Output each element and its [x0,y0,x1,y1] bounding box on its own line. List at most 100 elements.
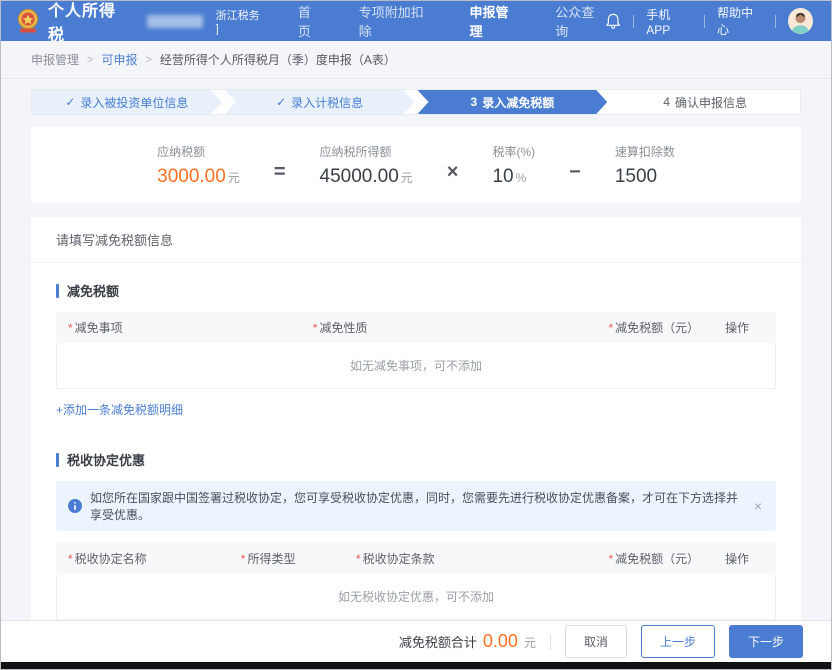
banner-text: 如您所在国家跟中国签署过税收协定，您可享受税收协定优惠，同时，您需要先进行税收协… [90,491,739,522]
breadcrumb-can-file[interactable]: 可申报 [101,51,137,68]
banner-close-icon[interactable]: × [752,498,764,514]
equals-operator: = [273,160,286,183]
top-nav: 首页 专项附加扣除 申报管理 公众查询 [298,2,605,40]
step-label: 录入被投资单位信息 [80,95,189,110]
multiply-operator: × [446,160,459,183]
tax-treaty-info-banner: 如您所在国家跟中国签署过税收协定，您可享受税收协定优惠，同时，您需要先进行税收协… [56,481,776,531]
calc-unit: % [515,170,527,185]
taxable-income: 应纳税所得额 45000.00 元 [320,143,413,188]
step-label: 录入计税信息 [291,95,364,110]
col-treaty-name: * 税收协定名称 [56,543,229,574]
col-income-type: * 所得类型 [228,543,344,574]
divider [633,14,635,28]
step-number: 4 [663,95,670,109]
nav-special-deductions[interactable]: 专项附加扣除 [359,2,434,40]
step-label: 确认申报信息 [674,95,747,110]
org-label: 浙江税务 ] [215,10,260,35]
form-title: 请填写减免税额信息 [31,217,801,263]
check-icon: ✓ [276,95,287,109]
section-title-row: 税收协定优惠 [56,450,776,469]
required-marker: * [355,552,361,566]
user-avatar[interactable] [788,8,813,34]
nav-home[interactable]: 首页 [298,2,323,40]
help-center-link[interactable]: 帮助中心 [717,4,763,38]
calc-unit: 元 [400,170,413,185]
col-actions: 操作 [711,312,776,343]
tax-emblem-icon [18,9,38,33]
breadcrumb-current-page: 经营所得个人所得税月（季）度申报（A表） [159,53,396,67]
previous-step-button[interactable]: 上一步 [640,625,715,658]
section-title-row: 减免税额 [56,281,776,300]
step-1-invested-unit-info[interactable]: ✓ 录入被投资单位信息 [32,90,222,114]
info-icon [68,499,82,513]
divider [775,14,777,28]
col-reduction-amount: * 减免税额（元） [581,543,712,574]
required-marker: * [608,321,614,335]
total-reduction-group: 减免税额合计 0.00 元 [399,631,536,652]
app-title: 个人所得税 [48,3,117,44]
section-title-bar [56,283,59,298]
calc-label: 应纳税额 [157,144,206,159]
brand: 个人所得税 浙江税务 ] [15,1,264,45]
top-header: 个人所得税 浙江税务 ] 首页 专项附加扣除 申报管理 公众查询 手机APP 帮… [1,1,831,44]
step-4-confirm-filing-info[interactable]: 4 确认申报信息 [610,90,800,114]
tax-rate: 税率(%) 10% [492,143,535,188]
total-value: 0.00 [482,631,518,651]
calc-value: 45000.00 [319,165,399,187]
calc-value: 1500 [614,165,658,187]
nav-filing-management[interactable]: 申报管理 [469,2,519,40]
tax-calculation-card: 应纳税额 3000.00 元 = 应纳税所得额 45000.00 元 × 税率(%)… [31,127,801,203]
add-tax-reduction-link[interactable]: +添加一条减免税额明细 [56,401,183,418]
tax-treaty-table: * 税收协定名称 * 所得类型 * 税收协定条款 * 减免税额（元） 操作 [56,543,776,574]
footer-action-bar: 减免税额合计 0.00 元 取消 上一步 下一步 [1,620,831,662]
col-reduction-amount: * 减免税额（元） [559,312,712,343]
divider [704,14,706,28]
section-title-bar [56,452,59,467]
col-actions: 操作 [711,543,776,574]
top-right-group: 手机APP 帮助中心 [605,4,813,38]
section-title: 税收协定优惠 [67,453,146,468]
check-icon: ✓ [65,95,76,109]
avatar-person-icon [791,12,810,34]
window-bottom-edge [1,662,831,669]
col-reduction-item: * 减免事项 [56,312,301,343]
notification-bell-icon[interactable] [605,12,621,30]
breadcrumb-separator: > [145,53,152,66]
breadcrumb-filing-management[interactable]: 申报管理 [31,51,79,68]
nav-public-query[interactable]: 公众查询 [555,2,605,40]
required-marker: * [68,552,73,566]
step-2-tax-calculation-info[interactable]: ✓ 录入计税信息 [225,90,415,114]
section-tax-reduction: 减免税额 * 减免事项 * 减免性质 * 减免税额（元） 操作 如无减免事项，可不添加… [31,263,801,432]
step-label: 录入减免税额 [482,95,555,110]
app-window: 个人所得税 浙江税务 ] 首页 专项附加扣除 申报管理 公众查询 手机APP 帮… [0,0,832,670]
empty-state-tax-reduction: 如无减免事项，可不添加 [56,343,776,389]
tax-reduction-form-card: 请填写减免税额信息 减免税额 * 减免事项 * 减免性质 * 减免税额（元） 操作 [31,217,801,620]
quick-deduction: 速算扣除数 1500 [615,143,675,188]
col-reduction-nature: * 减免性质 [300,312,560,343]
calc-label: 应纳税所得额 [319,144,392,159]
calc-label: 速算扣除数 [614,144,675,159]
minus-operator: − [569,160,581,183]
calc-value: 3000.00 [157,165,226,187]
step-3-tax-reduction[interactable]: 3 录入减免税额 [418,90,608,114]
calc-unit: 元 [227,170,240,185]
col-treaty-clause: * 税收协定条款 [343,543,582,574]
empty-state-tax-treaty: 如无税收协定优惠，可不添加 [56,574,776,620]
calc-value: 10 [492,165,514,187]
table-header-row: * 税收协定名称 * 所得类型 * 税收协定条款 * 减免税额（元） 操作 [56,543,776,574]
redacted-username [146,14,203,28]
section-title: 减免税额 [67,284,120,299]
mobile-app-link[interactable]: 手机APP [646,6,692,37]
divider [549,633,551,650]
step-wizard: ✓ 录入被投资单位信息 ✓ 录入计税信息 3 录入减免税额 4 确认申报信息 [31,89,801,115]
required-marker: * [68,321,73,335]
breadcrumb-separator: > [87,53,94,66]
step-number: 3 [470,95,478,109]
breadcrumb: 申报管理 > 可申报 > 经营所得个人所得税月（季）度申报（A表） [1,41,831,79]
required-marker: * [312,321,318,335]
cancel-button[interactable]: 取消 [564,625,627,658]
required-marker: * [608,552,614,566]
total-unit: 元 [523,636,536,650]
required-marker: * [240,552,246,566]
next-step-button[interactable]: 下一步 [728,625,803,658]
